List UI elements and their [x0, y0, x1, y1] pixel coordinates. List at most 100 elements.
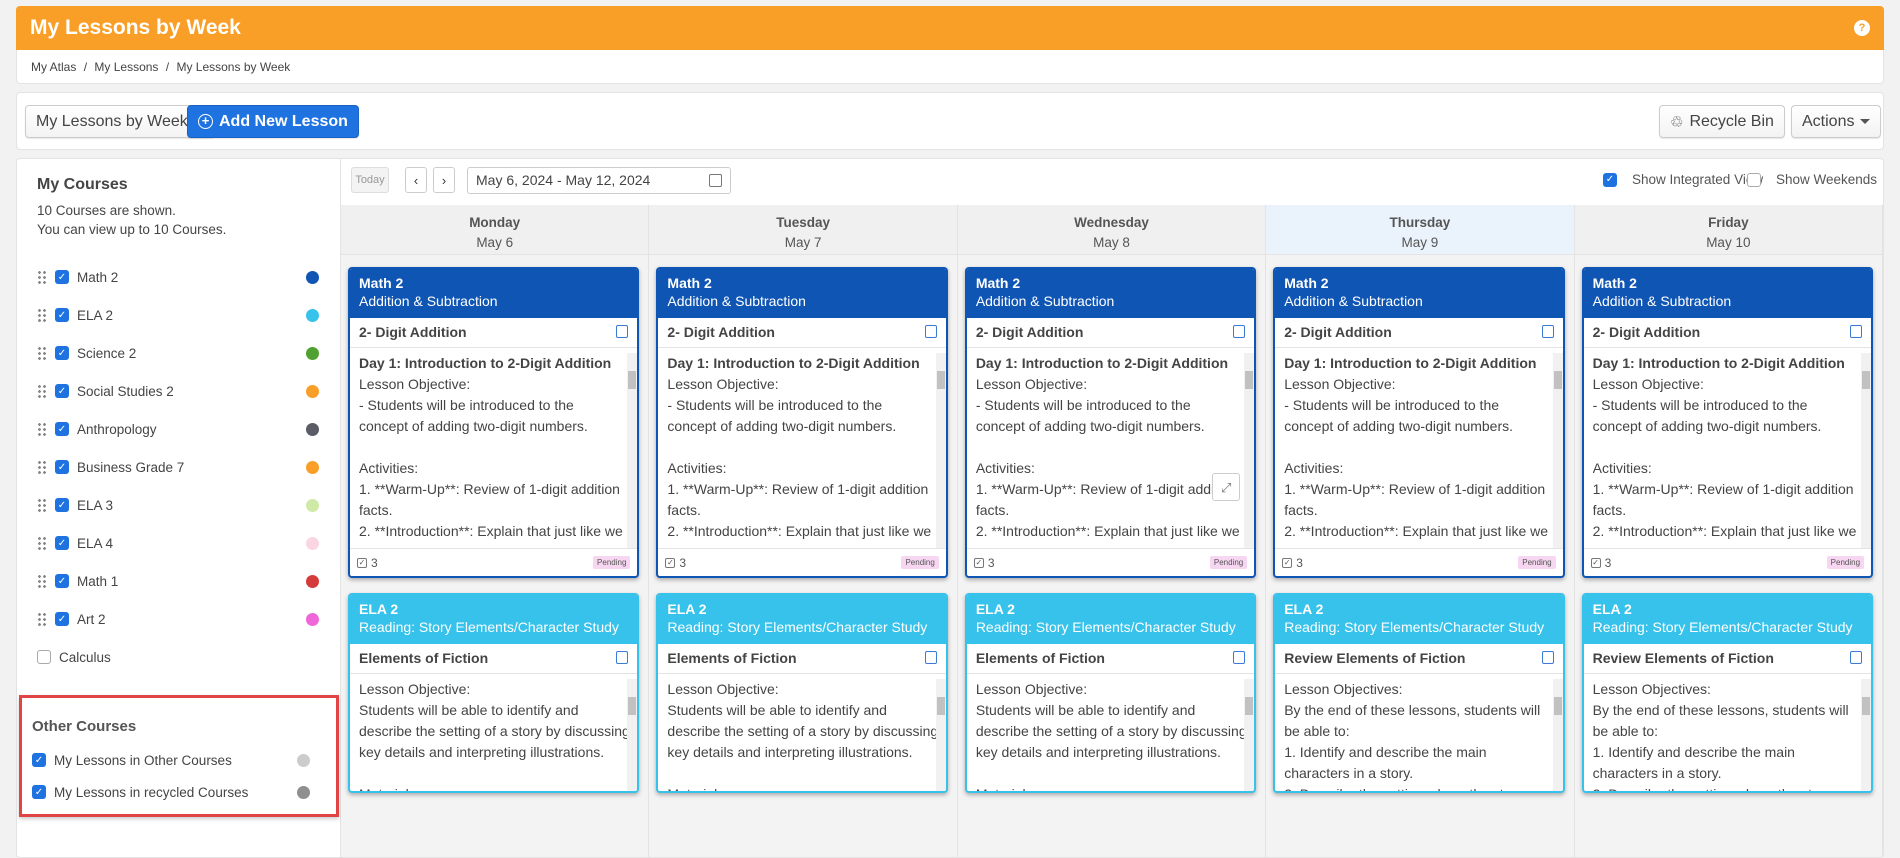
scrollbar-thumb[interactable] — [1553, 371, 1562, 389]
recycle-bin-button[interactable]: ♲ Recycle Bin — [1659, 105, 1785, 138]
drag-handle-icon[interactable] — [37, 460, 47, 474]
lesson-title[interactable]: 2- Digit Addition — [966, 318, 1255, 348]
course-item[interactable]: ✓ Social Studies 2 — [37, 379, 319, 403]
lesson-card-header[interactable]: ELA 2 Reading: Story Elements/Character S… — [1275, 595, 1563, 644]
breadcrumb-my-atlas[interactable]: My Atlas — [31, 60, 76, 74]
lesson-card-math[interactable]: Math 2 Addition & Subtraction 2- Digit Add… — [656, 267, 948, 578]
drag-handle-icon[interactable] — [37, 498, 47, 512]
course-item[interactable]: ✓ ELA 3 — [37, 493, 319, 517]
lesson-card-header[interactable]: Math 2 Addition & Subtraction — [966, 269, 1255, 318]
course-item[interactable]: ✓ Business Grade 7 — [37, 455, 319, 479]
course-item[interactable]: Calculus — [37, 645, 319, 669]
lesson-title[interactable]: Review Elements of Fiction — [1275, 644, 1563, 674]
help-icon[interactable]: ? — [1854, 20, 1870, 36]
lesson-card-header[interactable]: Math 2 Addition & Subtraction — [1275, 269, 1563, 318]
lesson-card-header[interactable]: ELA 2 Reading: Story Elements/Character S… — [350, 595, 638, 644]
course-checkbox[interactable]: ✓ — [55, 574, 69, 588]
calendar-icon[interactable] — [616, 651, 629, 664]
course-item[interactable]: ✓ Math 2 — [37, 265, 319, 289]
course-checkbox[interactable]: ✓ — [55, 460, 69, 474]
scrollbar[interactable] — [1552, 679, 1563, 791]
drag-handle-icon[interactable] — [37, 536, 47, 550]
drag-handle-icon[interactable] — [37, 270, 47, 284]
course-checkbox[interactable]: ✓ — [55, 270, 69, 284]
scrollbar[interactable] — [1861, 353, 1872, 548]
lesson-card-ela[interactable]: ELA 2 Reading: Story Elements/Character S… — [964, 593, 1257, 793]
lesson-title[interactable]: 2- Digit Addition — [658, 318, 946, 348]
scrollbar-thumb[interactable] — [1245, 697, 1254, 715]
drag-handle-icon[interactable] — [37, 346, 47, 360]
show-integrated-view-checkbox[interactable]: ✓ Show Integrated View — [1603, 172, 1763, 187]
lesson-body[interactable]: Day 1: Introduction to 2-Digit Addition L… — [359, 353, 638, 548]
date-range-input[interactable]: May 6, 2024 - May 12, 2024 — [467, 167, 731, 194]
show-weekends-checkbox[interactable]: Show Weekends — [1747, 172, 1877, 187]
scrollbar[interactable] — [627, 353, 638, 548]
lesson-body[interactable]: Lesson Objectives: By the end of these le… — [1593, 679, 1872, 791]
lesson-title[interactable]: Review Elements of Fiction — [1583, 644, 1872, 674]
calendar-icon[interactable] — [1233, 651, 1246, 664]
expand-icon[interactable]: ⤢ — [1212, 473, 1241, 501]
add-new-lesson-button[interactable]: + Add New Lesson — [187, 105, 359, 138]
course-checkbox[interactable]: ✓ — [55, 308, 69, 322]
lesson-title[interactable]: 2- Digit Addition — [350, 318, 638, 348]
course-item[interactable]: ✓ Science 2 — [37, 341, 319, 365]
lesson-card-header[interactable]: Math 2 Addition & Subtraction — [1583, 269, 1872, 318]
scrollbar-thumb[interactable] — [1862, 371, 1871, 389]
breadcrumb-my-lessons[interactable]: My Lessons — [94, 60, 158, 74]
course-checkbox[interactable]: ✓ — [55, 536, 69, 550]
calendar-icon[interactable] — [1541, 325, 1554, 338]
prev-week-button[interactable]: ‹ — [405, 167, 427, 193]
calendar-icon[interactable] — [1850, 651, 1863, 664]
actions-button[interactable]: Actions — [1791, 105, 1882, 138]
lesson-title[interactable]: 2- Digit Addition — [1583, 318, 1872, 348]
drag-handle-icon[interactable] — [37, 308, 47, 322]
lesson-card-header[interactable]: ELA 2 Reading: Story Elements/Character S… — [658, 595, 946, 644]
scrollbar[interactable] — [1861, 679, 1872, 791]
lesson-card-header[interactable]: Math 2 Addition & Subtraction — [350, 269, 638, 318]
course-checkbox[interactable]: ✓ — [55, 612, 69, 626]
lesson-title[interactable]: Elements of Fiction — [658, 644, 946, 674]
course-checkbox[interactable]: ✓ — [32, 785, 46, 799]
lesson-card-math[interactable]: Math 2 Addition & Subtraction 2- Digit Add… — [1273, 267, 1565, 578]
lesson-card-math[interactable]: Math 2 Addition & Subtraction 2- Digit Add… — [964, 267, 1257, 578]
course-item[interactable]: ✓ Math 1 — [37, 569, 319, 593]
scrollbar[interactable] — [1552, 353, 1563, 548]
lesson-body[interactable]: Lesson Objective: Students will be able t… — [976, 679, 1255, 791]
lesson-body[interactable]: Lesson Objectives: By the end of these le… — [1284, 679, 1563, 791]
calendar-icon[interactable] — [1233, 325, 1246, 338]
calendar-icon[interactable] — [924, 651, 937, 664]
lesson-title[interactable]: Elements of Fiction — [966, 644, 1255, 674]
scrollbar-thumb[interactable] — [1862, 697, 1871, 715]
course-item[interactable]: ✓ Anthropology — [37, 417, 319, 441]
course-checkbox[interactable]: ✓ — [55, 422, 69, 436]
calendar-icon[interactable] — [616, 325, 629, 338]
drag-handle-icon[interactable] — [37, 422, 47, 436]
lesson-card-math[interactable]: Math 2 Addition & Subtraction 2- Digit Add… — [1581, 267, 1874, 578]
scrollbar-thumb[interactable] — [628, 371, 637, 389]
lesson-body[interactable]: Lesson Objective: Students will be able t… — [359, 679, 638, 791]
other-course-item[interactable]: ✓ My Lessons in recycled Courses — [32, 780, 322, 804]
drag-handle-icon[interactable] — [37, 384, 47, 398]
scrollbar[interactable] — [935, 679, 946, 791]
course-item[interactable]: ✓ ELA 2 — [37, 303, 319, 327]
course-item[interactable]: ✓ ELA 4 — [37, 531, 319, 555]
calendar-icon[interactable] — [709, 174, 722, 187]
course-checkbox[interactable]: ✓ — [55, 384, 69, 398]
lesson-card-ela[interactable]: ELA 2 Reading: Story Elements/Character S… — [656, 593, 948, 793]
next-week-button[interactable]: › — [433, 167, 455, 193]
lesson-card-header[interactable]: ELA 2 Reading: Story Elements/Character S… — [1583, 595, 1872, 644]
other-course-item[interactable]: ✓ My Lessons in Other Courses — [32, 748, 322, 772]
lesson-card-header[interactable]: ELA 2 Reading: Story Elements/Character S… — [966, 595, 1255, 644]
lesson-title[interactable]: 2- Digit Addition — [1275, 318, 1563, 348]
lesson-card-ela[interactable]: ELA 2 Reading: Story Elements/Character S… — [1581, 593, 1874, 793]
lesson-card-math[interactable]: Math 2 Addition & Subtraction 2- Digit Add… — [348, 267, 640, 578]
course-checkbox[interactable] — [37, 650, 51, 664]
scrollbar[interactable] — [627, 679, 638, 791]
scrollbar-thumb[interactable] — [1245, 371, 1254, 389]
drag-handle-icon[interactable] — [37, 612, 47, 626]
scrollbar[interactable] — [935, 353, 946, 548]
calendar-icon[interactable] — [1541, 651, 1554, 664]
lesson-title[interactable]: Elements of Fiction — [350, 644, 638, 674]
calendar-icon[interactable] — [924, 325, 937, 338]
scrollbar-thumb[interactable] — [1553, 697, 1562, 715]
